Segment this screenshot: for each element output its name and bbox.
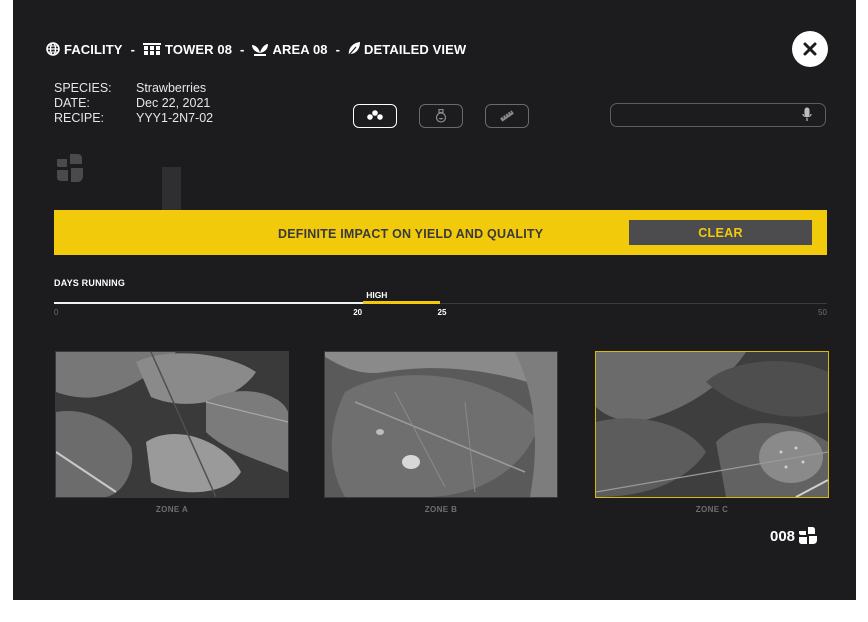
tick-max-label: 50 <box>818 308 827 317</box>
ruler-view-button[interactable] <box>485 104 529 128</box>
species-label: SPECIES: <box>54 81 112 95</box>
tick-current-label: 20 <box>353 308 363 317</box>
tick-high-end-label: 25 <box>437 308 447 317</box>
alert-message: DEFINITE IMPACT ON YIELD AND QUALITY <box>278 227 544 241</box>
globe-icon <box>46 42 60 56</box>
close-button[interactable] <box>792 31 828 67</box>
zone-c-caption: ZONE C <box>695 505 729 514</box>
breadcrumb-facility-label: FACILITY <box>64 41 123 57</box>
recipe-label: RECIPE: <box>54 111 105 125</box>
clear-button[interactable]: CLEAR <box>629 220 812 245</box>
days-progress-fill <box>54 302 364 304</box>
zone-b-photo <box>325 352 557 497</box>
microphone-icon[interactable] <box>802 107 812 122</box>
breadcrumb: FACILITY - TOWER 08 - AREA 08 - DETAILED… <box>46 41 466 57</box>
search-box[interactable] <box>610 103 826 127</box>
zone-a-photo <box>56 352 288 497</box>
breadcrumb-separator: - <box>240 41 245 57</box>
scatter-icon <box>367 110 383 120</box>
app-frame: FACILITY - TOWER 08 - AREA 08 - DETAILED… <box>13 0 856 600</box>
close-icon <box>803 42 817 56</box>
brand-logo-icon <box>57 154 83 182</box>
leaf-icon <box>348 42 361 56</box>
high-range-band <box>363 301 441 304</box>
species-value: Strawberries <box>136 81 207 95</box>
counter: 008 <box>770 527 818 545</box>
breadcrumb-detailed-view[interactable]: DETAILED VIEW <box>348 42 466 57</box>
ruler-icon <box>500 110 514 122</box>
breadcrumb-tower[interactable]: TOWER 08 <box>143 42 232 57</box>
alert-banner: DEFINITE IMPACT ON YIELD AND QUALITY CLE… <box>54 210 827 255</box>
breadcrumb-facility[interactable]: FACILITY <box>46 42 123 57</box>
high-range-label: HIGH <box>366 290 388 300</box>
brand-mark-icon <box>799 527 818 544</box>
scatter-view-button[interactable] <box>353 104 397 128</box>
tick-min-label: 0 <box>54 308 59 317</box>
breadcrumb-tower-label: TOWER 08 <box>165 41 233 57</box>
zone-c-photo <box>596 352 828 497</box>
zone-b-caption: ZONE B <box>424 505 458 514</box>
zone-a-image[interactable] <box>55 351 289 498</box>
date-value: Dec 22, 2021 <box>136 96 211 110</box>
date-label: DATE: <box>54 96 90 110</box>
counter-value: 008 <box>770 527 796 545</box>
zone-b-image[interactable] <box>324 351 558 498</box>
breadcrumb-separator: - <box>335 41 341 57</box>
breadcrumb-view-label: DETAILED VIEW <box>364 41 467 57</box>
search-input[interactable] <box>619 106 793 126</box>
level-indicator-bar <box>162 167 181 210</box>
flask-icon <box>435 109 447 123</box>
days-running-label: DAYS RUNNING <box>54 278 126 288</box>
tower-grid-icon <box>143 42 162 55</box>
flask-view-button[interactable] <box>419 104 463 128</box>
breadcrumb-separator: - <box>130 41 136 57</box>
recipe-value: YYY1-2N7-02 <box>136 111 214 125</box>
zone-a-caption: ZONE A <box>155 505 189 514</box>
breadcrumb-area-label: AREA 08 <box>272 41 328 57</box>
breadcrumb-area[interactable]: AREA 08 <box>252 41 328 57</box>
zone-c-image[interactable] <box>595 351 829 498</box>
sprout-icon <box>252 44 269 56</box>
